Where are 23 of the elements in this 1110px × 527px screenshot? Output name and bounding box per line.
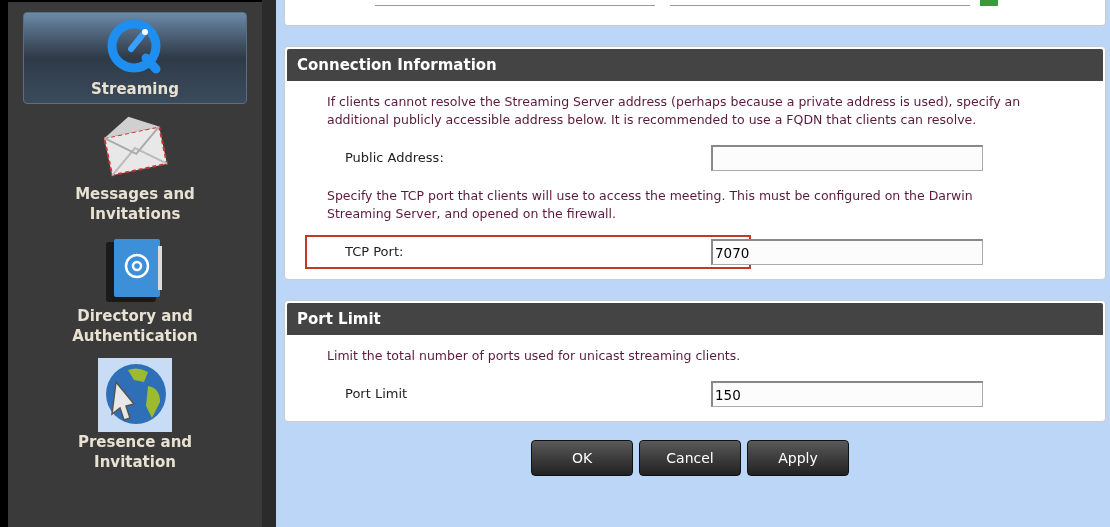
- description-text: Limit the total number of ports used for unicast streaming clients.: [327, 347, 742, 365]
- sidebar-item[interactable]: Streaming: [23, 12, 247, 104]
- field-label: TCP Port:: [345, 243, 405, 262]
- sidebar-item-label: Presence and Invitation: [76, 432, 194, 472]
- input-field[interactable]: [711, 145, 983, 171]
- globe-icon: [98, 358, 172, 432]
- panel-header: Port Limit: [287, 303, 1103, 335]
- panel-header: Connection Information: [287, 49, 1103, 81]
- dialog-button[interactable]: Cancel: [639, 440, 741, 476]
- sidebar-item[interactable]: Messages and Invitations: [23, 108, 247, 228]
- sidebar-item[interactable]: Directory and Authentication: [23, 232, 247, 350]
- input-field[interactable]: 150: [711, 381, 983, 407]
- sidebar-item-label: Messages and Invitations: [74, 184, 196, 224]
- sidebar-item-label: Directory and Authentication: [71, 306, 199, 346]
- input-field[interactable]: 7070: [711, 239, 983, 265]
- field-label: Public Address:: [345, 149, 445, 168]
- description-text: If clients cannot resolve the Streaming Server address (perhaps because a private address is used), specify an additional publicly accessible address below. It is recommended to use a FQDN that clients can resolve.: [327, 93, 1022, 129]
- description-text: Specify the TCP port that clients will use to access the meeting. This must be configured on the Darwin Streaming Server, and opened on the firewall.: [327, 187, 974, 223]
- dialog-button[interactable]: Apply: [747, 440, 849, 476]
- sidebar-item-label: Streaming: [90, 79, 180, 99]
- dialog-button[interactable]: OK: [531, 440, 633, 476]
- sidebar-item[interactable]: Presence and Invitation: [23, 354, 247, 476]
- field-label: Port Limit: [345, 385, 409, 404]
